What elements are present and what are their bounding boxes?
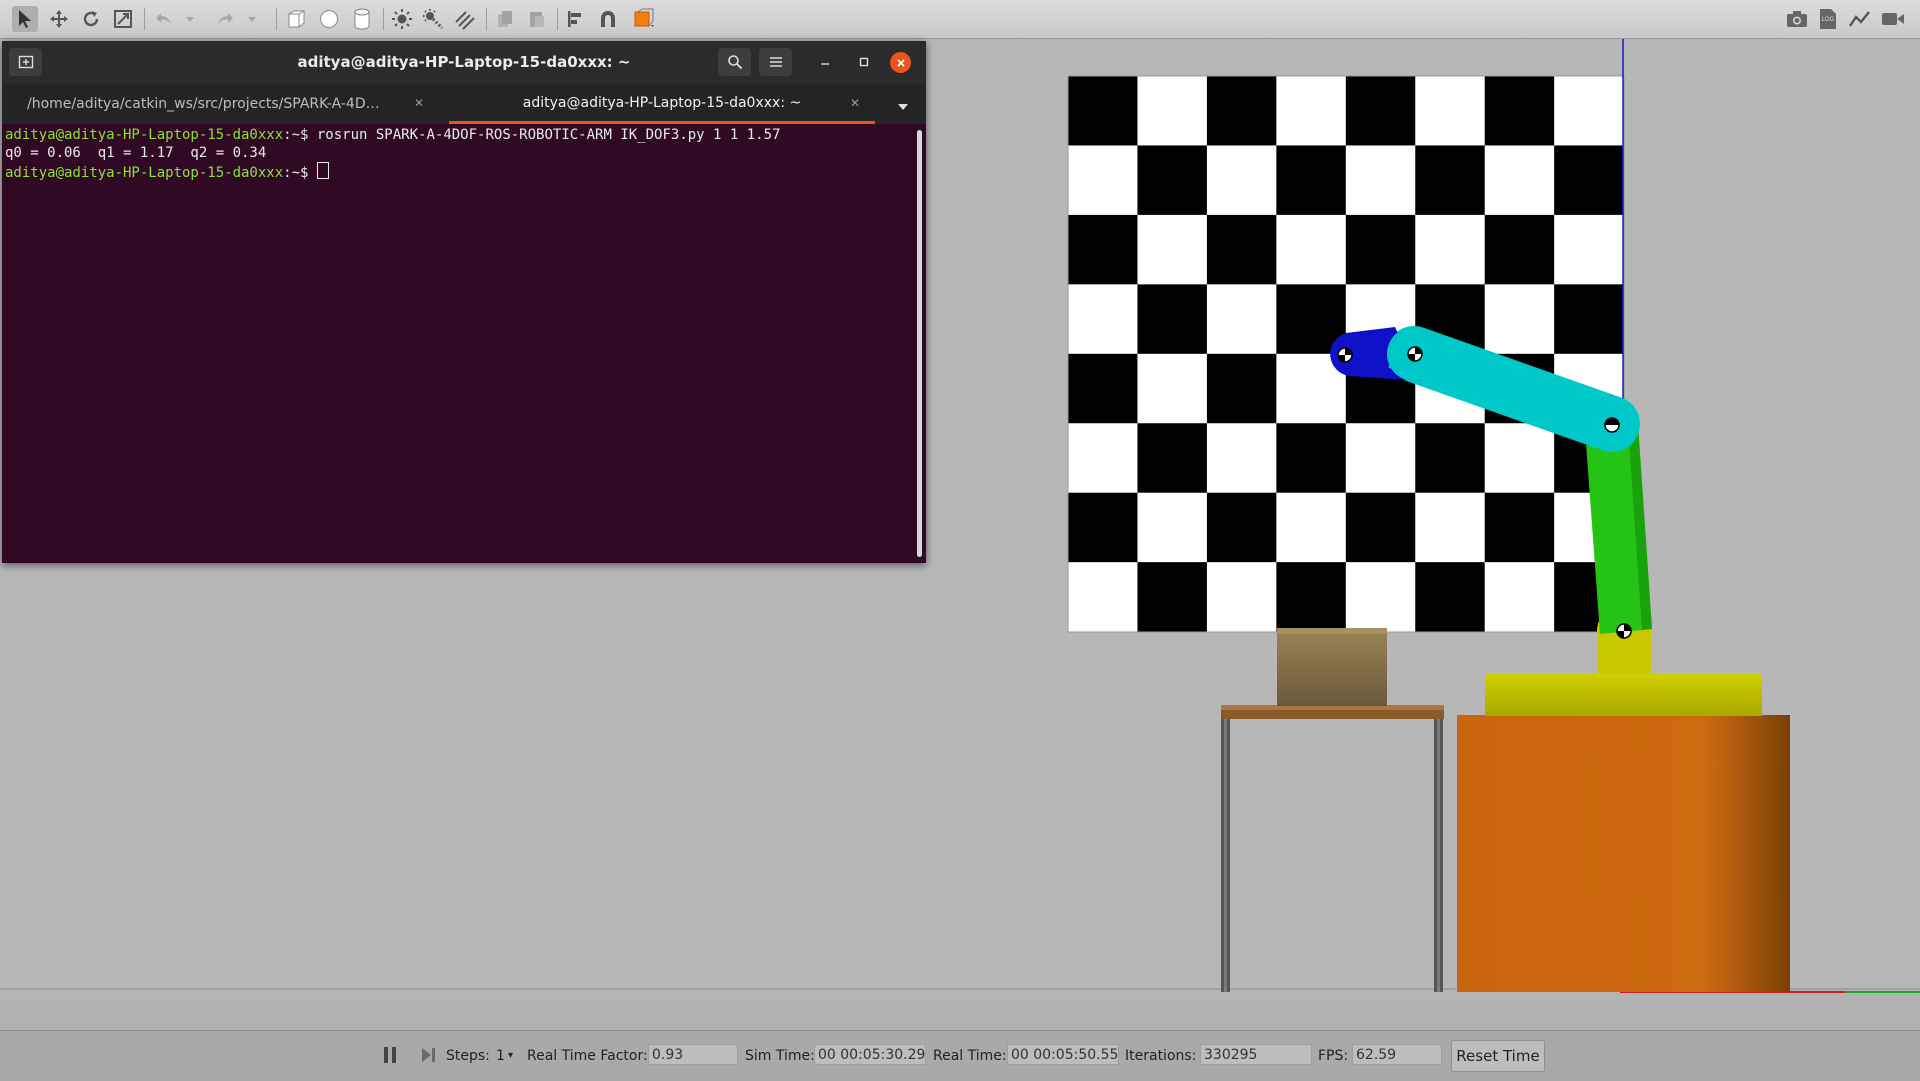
- simulation-statusbar: Steps: 1 ▾ Real Time Factor: 0.93 Sim Ti…: [0, 1030, 1920, 1081]
- real-time-value: 00 00:05:50.559: [1007, 1044, 1119, 1065]
- pause-button[interactable]: [383, 1046, 397, 1068]
- reset-time-button[interactable]: Reset Time: [1451, 1040, 1545, 1072]
- tab-label: aditya@aditya-HP-Laptop-15-da0xxx: ~: [522, 94, 802, 111]
- undo-icon[interactable]: [151, 6, 177, 32]
- iterations-value: 330295: [1200, 1044, 1312, 1065]
- menu-button[interactable]: [759, 48, 792, 76]
- sphere-shape-icon[interactable]: [316, 6, 342, 32]
- steps-spin-icon[interactable]: ▾: [508, 1050, 513, 1061]
- terminal-titlebar[interactable]: aditya@aditya-HP-Laptop-15-da0xxx: ~: [2, 41, 926, 84]
- iterations-label: Iterations:: [1125, 1048, 1197, 1064]
- joint-marker: [1616, 623, 1632, 639]
- redo-icon[interactable]: [212, 6, 238, 32]
- search-button[interactable]: [718, 48, 751, 76]
- maximize-icon: [859, 57, 869, 67]
- tab-list-dropdown[interactable]: [897, 97, 909, 116]
- rotate-mode-icon[interactable]: [78, 6, 104, 32]
- prompt-user: aditya@aditya-HP-Laptop-15-da0xxx: [5, 165, 284, 181]
- search-icon: [727, 55, 742, 70]
- toolbar-separator: [276, 8, 277, 30]
- snap-icon[interactable]: [595, 6, 621, 32]
- close-button[interactable]: [890, 52, 911, 73]
- terminal-tab-active[interactable]: aditya@aditya-HP-Laptop-15-da0xxx: ~ ✕: [449, 84, 875, 124]
- rtf-label: Real Time Factor:: [527, 1048, 648, 1064]
- toolbar-separator: [383, 8, 384, 30]
- sim-time-value: 00 00:05:30.295: [814, 1044, 926, 1065]
- terminal-tab-bar: /home/aditya/catkin_ws/src/projects/SPAR…: [2, 84, 926, 124]
- copy-icon[interactable]: [492, 6, 518, 32]
- prompt-path: :~$: [283, 127, 309, 143]
- change-view-icon[interactable]: [633, 6, 659, 32]
- terminal-scrollbar[interactable]: [917, 130, 922, 557]
- minimize-button[interactable]: [814, 51, 836, 73]
- prompt-path: :~$: [283, 165, 309, 181]
- output-text: q0 = 0.06 q1 = 1.17 q2 = 0.34: [5, 145, 267, 161]
- redo-history-icon[interactable]: [245, 6, 259, 32]
- tab-label: /home/aditya/catkin_ws/src/projects/SPAR…: [27, 96, 380, 112]
- fps-value: 62.59: [1352, 1044, 1442, 1065]
- svg-text:LOG: LOG: [1822, 16, 1835, 23]
- prompt-user: aditya@aditya-HP-Laptop-15-da0xxx: [5, 127, 284, 143]
- screenshot-icon[interactable]: [1784, 6, 1810, 32]
- toolbar-separator: [144, 8, 145, 30]
- robot-turntable[interactable]: [1485, 673, 1762, 716]
- box-shape-icon[interactable]: [283, 6, 309, 32]
- real-time-label: Real Time:: [933, 1048, 1007, 1064]
- toolbar-separator: [486, 8, 487, 30]
- gazebo-toolbar: LOG: [0, 0, 1920, 39]
- chevron-down-icon: [898, 104, 908, 110]
- command-text: rosrun SPARK-A-4DOF-ROS-ROBOTIC-ARM IK_D…: [308, 127, 781, 143]
- cardboard-box[interactable]: [1277, 628, 1387, 706]
- terminal-line: q0 = 0.06 q1 = 1.17 q2 = 0.34: [5, 144, 914, 162]
- terminal-window[interactable]: aditya@aditya-HP-Laptop-15-da0xxx: ~ /ho…: [2, 41, 926, 563]
- cylinder-shape-icon[interactable]: [349, 6, 375, 32]
- steps-label: Steps:: [446, 1048, 490, 1064]
- log-icon[interactable]: LOG: [1815, 6, 1841, 32]
- fps-label: FPS:: [1318, 1048, 1349, 1064]
- command-text: [308, 165, 316, 181]
- rtf-value: 0.93: [648, 1044, 738, 1065]
- directional-light-icon[interactable]: [452, 6, 478, 32]
- maximize-button[interactable]: [853, 51, 875, 73]
- hamburger-menu-icon: [769, 57, 782, 67]
- step-forward-icon: [422, 1048, 435, 1062]
- tab-close-icon[interactable]: ✕: [850, 96, 860, 110]
- joint-marker: [1604, 417, 1620, 433]
- ground-plane: [0, 989, 1920, 1029]
- steps-value[interactable]: 1: [496, 1048, 505, 1064]
- terminal-tab[interactable]: /home/aditya/catkin_ws/src/projects/SPAR…: [2, 84, 448, 124]
- spot-light-icon[interactable]: [420, 6, 446, 32]
- record-video-icon[interactable]: [1880, 6, 1906, 32]
- joint-marker: [1337, 347, 1353, 363]
- joint-marker: [1407, 346, 1423, 362]
- robot-base[interactable]: [1457, 715, 1790, 992]
- scale-mode-icon[interactable]: [110, 6, 136, 32]
- terminal-line: aditya@aditya-HP-Laptop-15-da0xxx:~$: [5, 162, 914, 182]
- tab-close-icon[interactable]: ✕: [414, 96, 424, 110]
- table[interactable]: [1221, 705, 1444, 992]
- translate-mode-icon[interactable]: [46, 6, 72, 32]
- step-button[interactable]: [421, 1046, 437, 1068]
- terminal-output[interactable]: aditya@aditya-HP-Laptop-15-da0xxx:~$ ros…: [2, 124, 914, 563]
- text-cursor: [316, 162, 329, 179]
- terminal-line: aditya@aditya-HP-Laptop-15-da0xxx:~$ ros…: [5, 126, 914, 144]
- minimize-icon: [821, 63, 829, 65]
- close-icon: [896, 58, 905, 67]
- select-mode-icon[interactable]: [12, 6, 38, 32]
- sim-time-label: Sim Time:: [745, 1048, 815, 1064]
- toolbar-separator: [557, 8, 558, 30]
- align-icon[interactable]: [563, 6, 589, 32]
- pause-icon: [384, 1047, 396, 1063]
- undo-history-icon[interactable]: [183, 6, 197, 32]
- paste-icon[interactable]: [524, 6, 550, 32]
- point-light-icon[interactable]: [389, 6, 415, 32]
- plot-icon[interactable]: [1847, 6, 1873, 32]
